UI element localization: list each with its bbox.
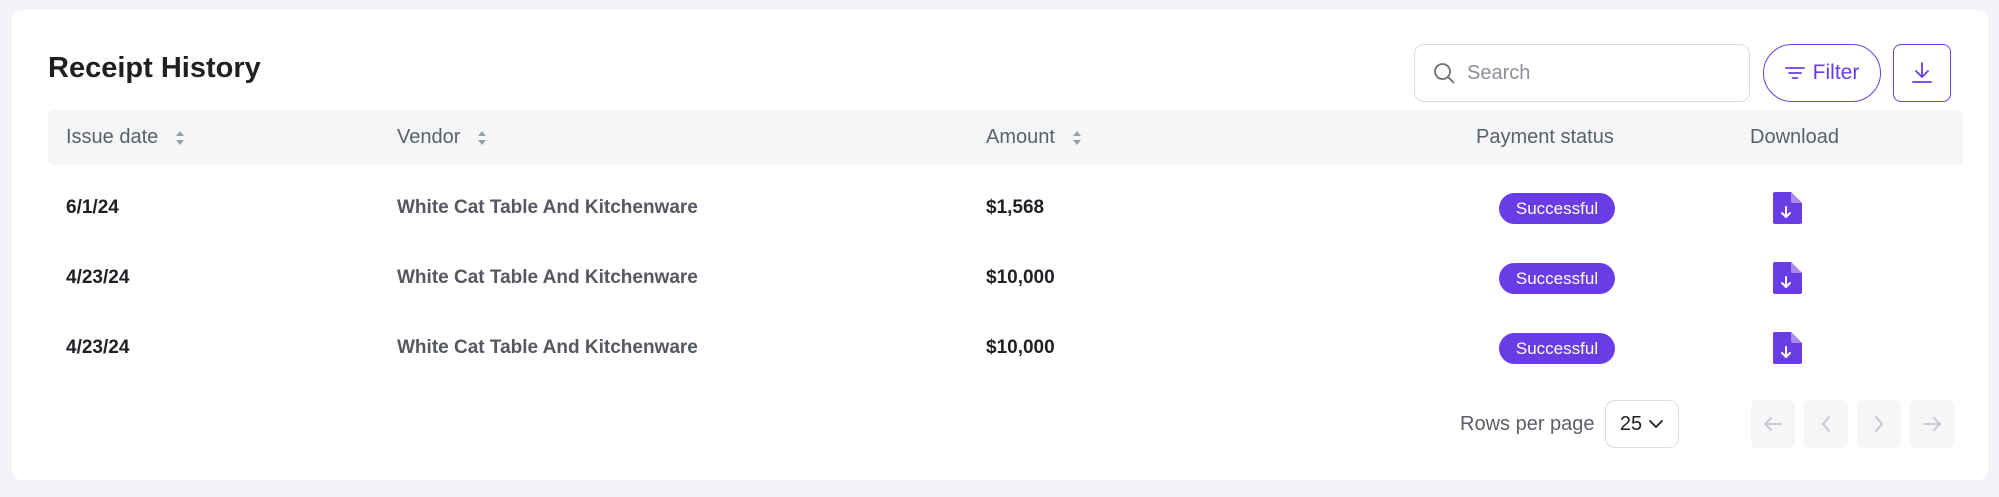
receipt-download-button[interactable]	[1771, 191, 1803, 225]
table-row: 4/23/24 White Cat Table And Kitchenware …	[48, 243, 1963, 313]
status-badge: Successful	[1499, 193, 1615, 224]
column-issue-date[interactable]: Issue date	[66, 110, 186, 165]
column-label: Download	[1750, 126, 1839, 148]
issue-date-cell: 4/23/24	[66, 267, 130, 288]
filter-icon	[1784, 67, 1805, 79]
file-download-icon	[1773, 262, 1802, 294]
last-page-button[interactable]	[1910, 400, 1954, 448]
amount-cell: $10,000	[986, 337, 1055, 358]
table-row: 4/23/24 White Cat Table And Kitchenware …	[48, 313, 1963, 383]
issue-date-cell: 4/23/24	[66, 337, 130, 358]
column-payment-status: Payment status	[1476, 110, 1614, 165]
search-input[interactable]	[1467, 61, 1727, 85]
rows-per-page-select[interactable]: 25	[1605, 400, 1679, 448]
arrow-right-icon	[1923, 417, 1941, 431]
issue-date-cell: 6/1/24	[66, 197, 119, 218]
column-vendor[interactable]: Vendor	[397, 110, 488, 165]
receipt-download-button[interactable]	[1771, 261, 1803, 295]
vendor-cell: White Cat Table And Kitchenware	[397, 337, 698, 358]
table-header: Issue date Vendor Amount Payment status	[48, 110, 1963, 165]
status-badge: Successful	[1499, 263, 1615, 294]
rows-per-page-label: Rows per page	[1460, 413, 1595, 435]
status-badge: Successful	[1499, 333, 1615, 364]
sort-icon	[478, 130, 487, 145]
column-label: Issue date	[66, 126, 159, 148]
download-icon	[1912, 62, 1932, 83]
file-download-icon	[1773, 332, 1802, 364]
column-label: Vendor	[397, 126, 461, 148]
search-box[interactable]	[1414, 44, 1750, 102]
chevron-right-icon	[1875, 416, 1883, 432]
column-label: Amount	[986, 126, 1055, 148]
next-page-button[interactable]	[1857, 400, 1901, 448]
search-icon	[1434, 63, 1455, 84]
page-title: Receipt History	[48, 52, 261, 84]
column-download: Download	[1750, 110, 1839, 165]
receipt-history-card: Receipt History Filter Issue date	[12, 10, 1988, 480]
table-row: 6/1/24 White Cat Table And Kitchenware $…	[48, 173, 1963, 243]
column-label: Payment status	[1476, 126, 1614, 148]
chevron-left-icon	[1822, 416, 1830, 432]
filter-label: Filter	[1812, 61, 1860, 84]
receipt-download-button[interactable]	[1771, 331, 1803, 365]
download-all-button[interactable]	[1893, 44, 1951, 102]
column-amount[interactable]: Amount	[986, 110, 1083, 165]
chevron-down-icon	[1649, 420, 1664, 428]
sort-icon	[176, 130, 185, 145]
first-page-button[interactable]	[1751, 400, 1795, 448]
arrow-left-icon	[1764, 417, 1782, 431]
previous-page-button[interactable]	[1804, 400, 1848, 448]
amount-cell: $1,568	[986, 197, 1045, 218]
vendor-cell: White Cat Table And Kitchenware	[397, 197, 698, 218]
vendor-cell: White Cat Table And Kitchenware	[397, 267, 698, 288]
sort-icon	[1072, 130, 1081, 145]
amount-cell: $10,000	[986, 267, 1055, 288]
rows-per-page-value: 25	[1619, 412, 1643, 435]
file-download-icon	[1773, 192, 1802, 224]
filter-button[interactable]: Filter	[1763, 44, 1881, 102]
